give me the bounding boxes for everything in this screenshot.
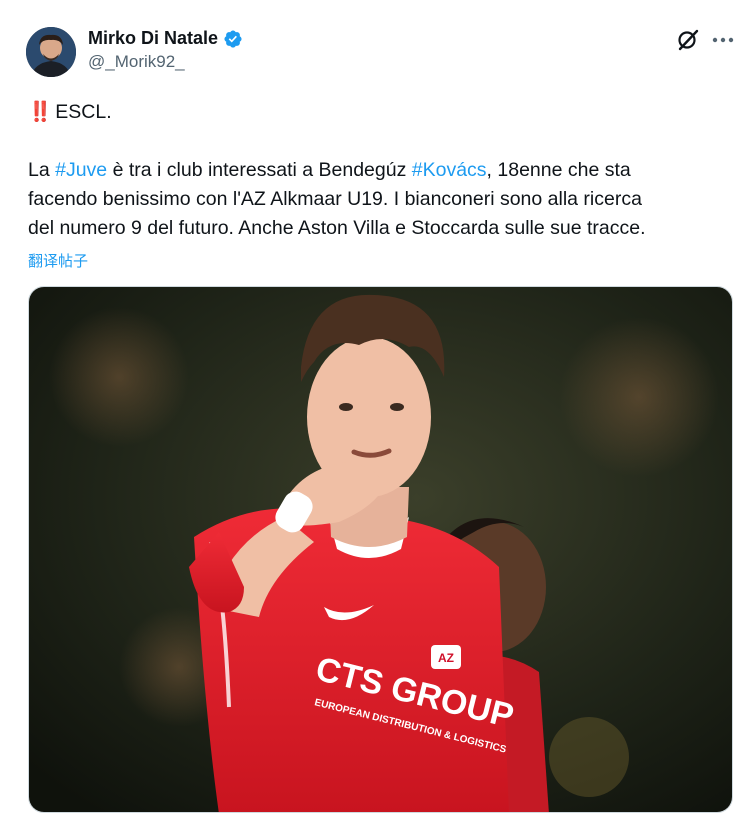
tweet-line-1-text: ESCL. <box>55 101 112 123</box>
verified-badge-icon <box>224 29 242 48</box>
tweet-line-3: facendo benissimo con l'AZ Alkmaar U19. … <box>28 188 642 210</box>
tweet-line-2: La #Juve è tra i club interessati a Bend… <box>28 156 738 185</box>
tweet-text-segment: La <box>28 159 56 181</box>
double-exclamation-emoji: ‼️ <box>28 101 52 123</box>
player-photo: AZ CTS GROUP EUROPEAN DISTRIBUTION & LOG… <box>29 287 732 812</box>
tweet-text-segment: , 18enne che sta <box>486 159 631 181</box>
author-display-name[interactable]: Mirko Di Natale <box>88 28 218 49</box>
author-name-row: Mirko Di Natale <box>88 28 243 49</box>
tweet-media-image[interactable]: AZ CTS GROUP EUROPEAN DISTRIBUTION & LOG… <box>28 286 733 813</box>
shirt-badge-text: AZ <box>438 651 454 665</box>
tweet-line-1: ‼️ ESCL. <box>28 98 738 127</box>
translate-post-link[interactable]: 翻译帖子 <box>28 250 88 271</box>
grok-icon[interactable] <box>676 28 700 52</box>
author-handle[interactable]: @_Morik92_ <box>88 52 243 72</box>
tweet-text-segment: è tra i club interessati a Bendegúz <box>107 159 412 181</box>
author-block: Mirko Di Natale @_Morik92_ <box>88 28 243 72</box>
avatar-image <box>26 27 76 77</box>
hashtag-juve[interactable]: #Juve <box>55 159 107 181</box>
tweet-text: ‼️ ESCL. La #Juve è tra i club interessat… <box>28 98 738 243</box>
tweet-line-4: del numero 9 del futuro. Anche Aston Vil… <box>28 217 646 239</box>
author-avatar[interactable] <box>26 27 76 77</box>
more-horizontal-icon[interactable] <box>710 27 736 53</box>
hashtag-kovacs[interactable]: #Kovács <box>412 159 487 181</box>
